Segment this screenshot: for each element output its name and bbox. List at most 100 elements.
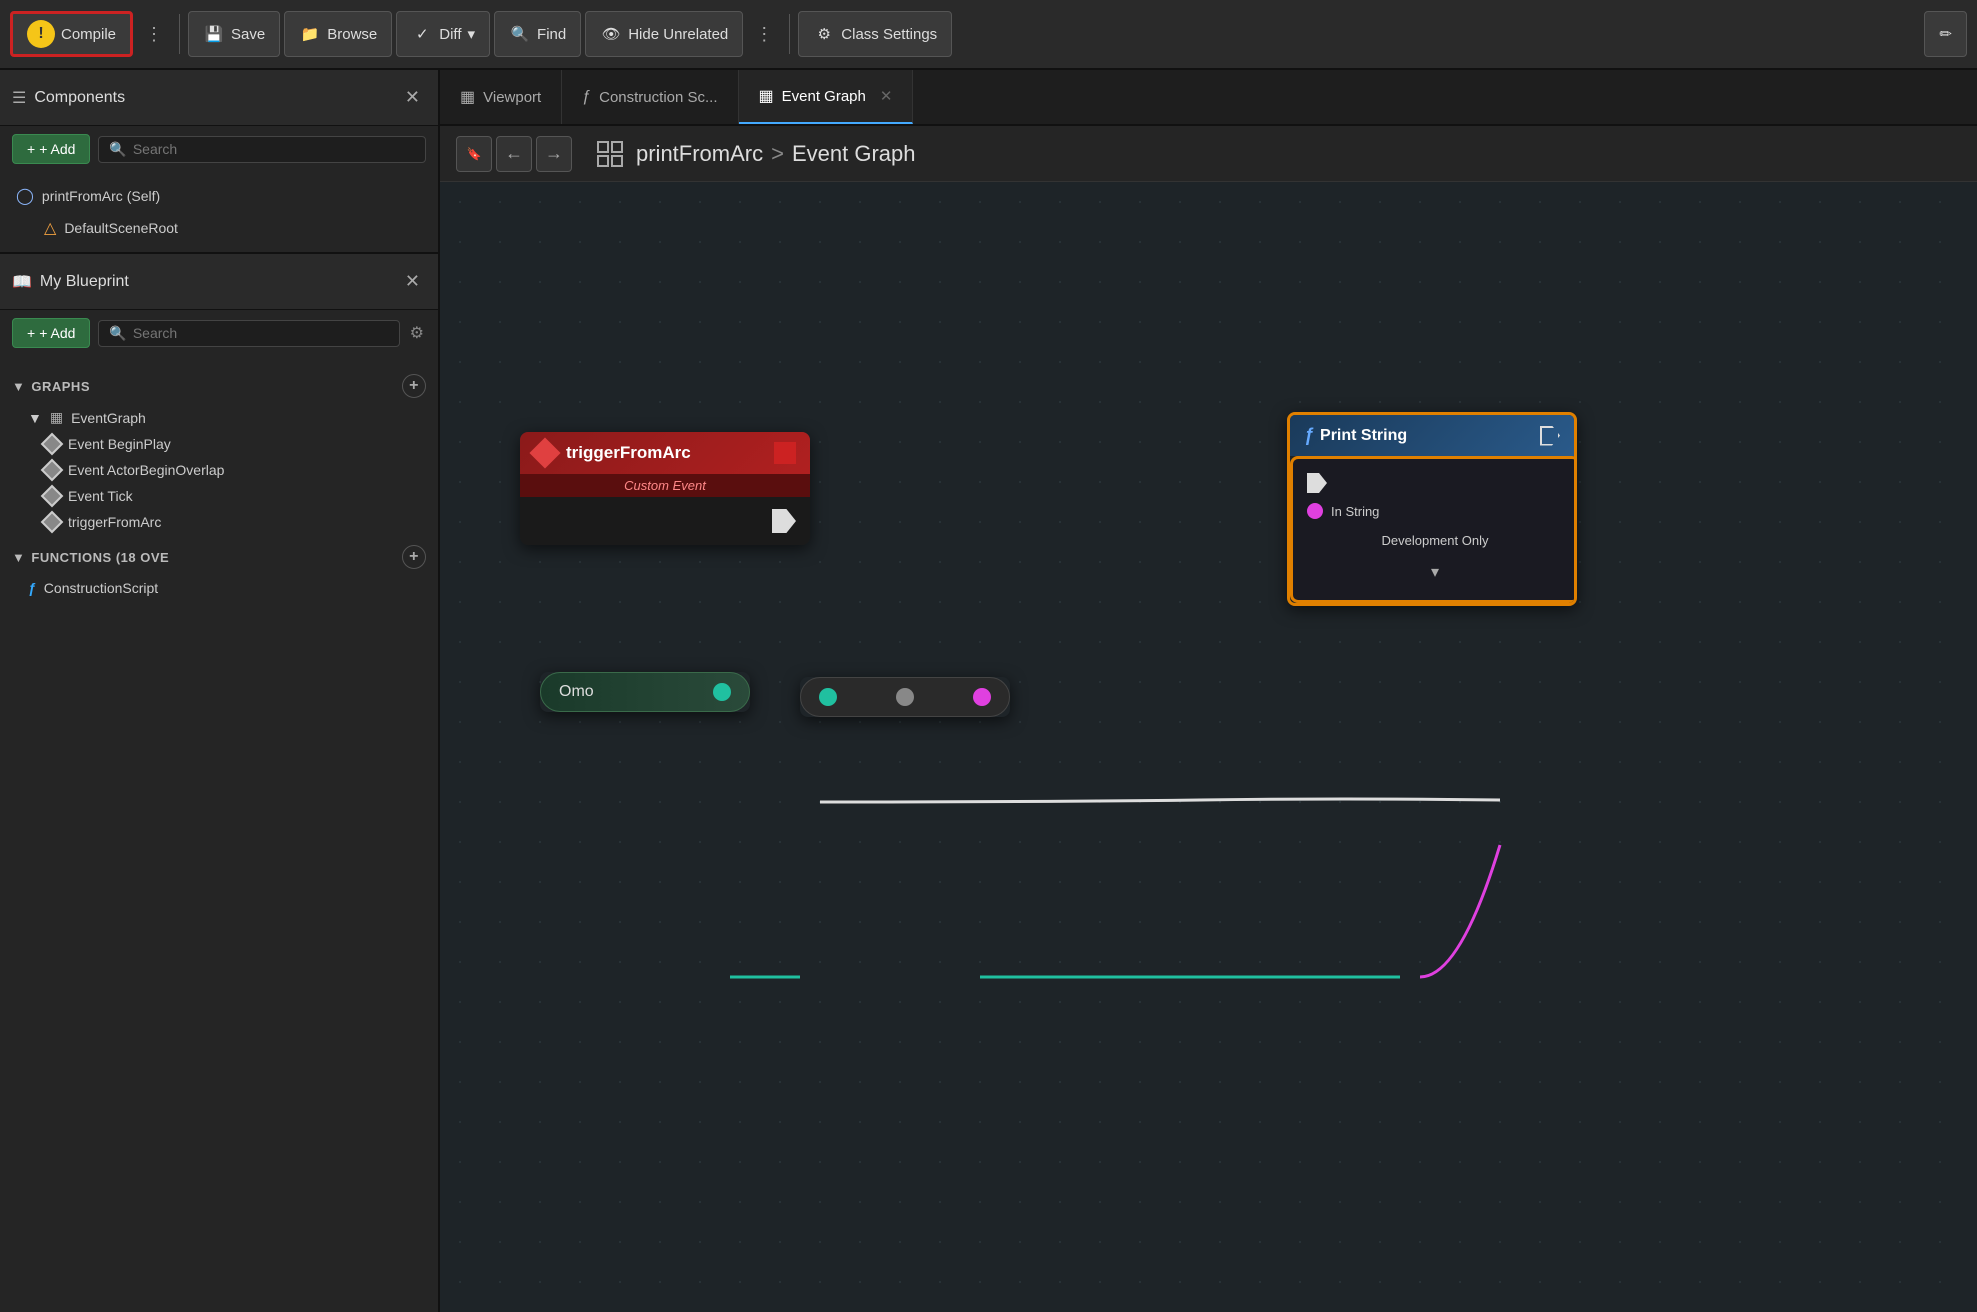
trigger-close-sq[interactable] (774, 442, 796, 464)
trigger-node-body (520, 497, 810, 545)
components-section: ☰ Components ✕ + + Add 🔍 ◯ printFromArc … (0, 70, 438, 254)
blueprint-search-input[interactable] (133, 325, 389, 341)
eventgraph-tab-icon: ▦ (759, 86, 774, 106)
compile-more-button[interactable]: ⋮ (137, 18, 171, 51)
left-panel: ☰ Components ✕ + + Add 🔍 ◯ printFromArc … (0, 70, 440, 1312)
edit-button[interactable]: ✏ (1924, 11, 1967, 57)
blueprint-toolbar: + + Add 🔍 ⚙ (0, 310, 438, 356)
print-instring-pin[interactable] (1307, 503, 1323, 519)
compile-icon: ! (27, 20, 55, 48)
trigger-diamond-icon (529, 437, 560, 468)
tree-item-defaultsceneroot[interactable]: △ DefaultSceneRoot (0, 212, 438, 244)
connector-out-pin[interactable] (973, 688, 991, 706)
print-exec-in-row (1307, 473, 1563, 493)
construction-tab-icon: ƒ (582, 88, 591, 106)
print-instring-row: In String (1307, 503, 1563, 519)
graphs-section-label[interactable]: ▼ GRAPHS + (0, 368, 438, 404)
class-settings-button[interactable]: ⚙ Class Settings (798, 11, 952, 57)
compile-button[interactable]: ! Compile (10, 11, 133, 57)
blueprint-icon: 📖 (12, 272, 32, 292)
components-title: Components (34, 89, 391, 107)
blueprint-header: 📖 My Blueprint ✕ (0, 254, 438, 310)
components-search-input[interactable] (133, 141, 415, 157)
browse-label: Browse (327, 26, 377, 43)
components-close-button[interactable]: ✕ (399, 85, 426, 110)
find-icon: 🔍 (509, 23, 531, 45)
bp-item-event-tick[interactable]: Event Tick (0, 483, 438, 509)
find-button[interactable]: 🔍 Find (494, 11, 581, 57)
tab-close-button[interactable]: ✕ (880, 87, 893, 105)
hide-unrelated-button[interactable]: 👁 Hide Unrelated (585, 11, 743, 57)
print-node-header: ƒ Print String (1290, 415, 1574, 456)
blueprint-add-label: + Add (39, 325, 75, 341)
bp-item-triggerfromarc[interactable]: triggerFromArc (0, 509, 438, 535)
breadcrumb-grid-icon (592, 136, 628, 172)
tab-viewport[interactable]: ▦ Viewport (440, 70, 562, 124)
trigger-node-header: triggerFromArc (520, 432, 810, 474)
nav-forward-button[interactable]: → (536, 136, 572, 172)
print-instring-label: In String (1331, 504, 1379, 519)
graphs-arrow-icon: ▼ (12, 379, 25, 394)
functions-section-label[interactable]: ▼ FUNCTIONS (18 OVE + (0, 539, 438, 575)
blueprint-settings-icon[interactable]: ⚙ (408, 321, 426, 345)
nav-back-button[interactable]: ← (496, 136, 532, 172)
breadcrumb-root[interactable]: printFromArc (636, 141, 763, 167)
bp-item-constructionscript[interactable]: ƒ ConstructionScript (0, 575, 438, 601)
print-expand-icon[interactable]: ▾ (1307, 562, 1563, 586)
omo-var-node: Omo (540, 672, 750, 712)
omo-output-pin[interactable] (713, 683, 731, 701)
blueprint-search-icon: 🔍 (109, 325, 126, 342)
find-label: Find (537, 26, 566, 43)
toolbar-separator-1 (179, 14, 180, 54)
class-settings-icon: ⚙ (813, 23, 835, 45)
tab-construction[interactable]: ƒ Construction Sc... (562, 70, 738, 124)
toolbar-separator-2 (789, 14, 790, 54)
more-options-button[interactable]: ⋮ (747, 18, 781, 51)
bp-item-event-beginplay[interactable]: Event BeginPlay (0, 431, 438, 457)
components-tree: ◯ printFromArc (Self) △ DefaultSceneRoot (0, 172, 438, 252)
diff-button[interactable]: ✓ Diff ▾ (396, 11, 490, 57)
event-diamond-icon-4 (41, 511, 64, 534)
connector-mid-pin[interactable] (896, 688, 914, 706)
print-exec-out-pin[interactable] (1540, 426, 1560, 446)
trigger-node: triggerFromArc Custom Event (520, 432, 810, 545)
print-node-body: In String Development Only ▾ (1290, 456, 1577, 603)
event-beginplay-label: Event BeginPlay (68, 436, 171, 452)
save-button[interactable]: 💾 Save (188, 11, 280, 57)
construction-tab-label: Construction Sc... (599, 89, 717, 106)
edit-icon: ✏ (1939, 25, 1952, 43)
browse-button[interactable]: 📁 Browse (284, 11, 392, 57)
connector-node (800, 677, 1010, 717)
bp-item-event-actoroverlap[interactable]: Event ActorBeginOverlap (0, 457, 438, 483)
functions-add-button[interactable]: + (402, 545, 426, 569)
graphs-label: GRAPHS (31, 379, 90, 394)
functions-group: ▼ FUNCTIONS (18 OVE + ƒ ConstructionScri… (0, 539, 438, 601)
trigger-exec-out-pin[interactable] (772, 509, 796, 533)
event-diamond-icon (41, 433, 64, 456)
tree-item-printfromarc[interactable]: ◯ printFromArc (Self) (0, 180, 438, 212)
graphs-add-button[interactable]: + (402, 374, 426, 398)
blueprint-close-button[interactable]: ✕ (399, 269, 426, 294)
nav-bookmark-button[interactable]: 🔖 (456, 136, 492, 172)
bp-item-eventgraph[interactable]: ▼ ▦ EventGraph (0, 404, 438, 431)
breadcrumb-leaf[interactable]: Event Graph (792, 141, 916, 167)
diff-dropdown-icon: ▾ (468, 25, 476, 43)
blueprint-add-button[interactable]: + + Add (12, 318, 90, 348)
print-exec-in-pin[interactable] (1307, 473, 1327, 493)
functions-label: FUNCTIONS (18 OVE (31, 550, 169, 565)
blueprint-content: ▼ GRAPHS + ▼ ▦ EventGraph Event BeginPla… (0, 356, 438, 1312)
event-actoroverlap-label: Event ActorBeginOverlap (68, 462, 224, 478)
eventgraph-icon: ▦ (50, 409, 63, 426)
tab-event-graph[interactable]: ▦ Event Graph ✕ (739, 70, 914, 124)
components-icon: ☰ (12, 88, 26, 108)
components-search-box[interactable]: 🔍 (98, 136, 426, 163)
blueprint-search-box[interactable]: 🔍 (98, 320, 399, 347)
graph-canvas[interactable]: triggerFromArc Custom Event ƒ Print Stri… (440, 182, 1977, 1312)
graphs-group: ▼ GRAPHS + ▼ ▦ EventGraph Event BeginPla… (0, 368, 438, 535)
connections-svg (440, 182, 1977, 1312)
components-add-button[interactable]: + + Add (12, 134, 90, 164)
connector-in-pin[interactable] (819, 688, 837, 706)
triggerfromarc-label: triggerFromArc (68, 514, 161, 530)
components-toolbar: + + Add 🔍 (0, 126, 438, 172)
eventgraph-tab-label: Event Graph (782, 88, 866, 105)
